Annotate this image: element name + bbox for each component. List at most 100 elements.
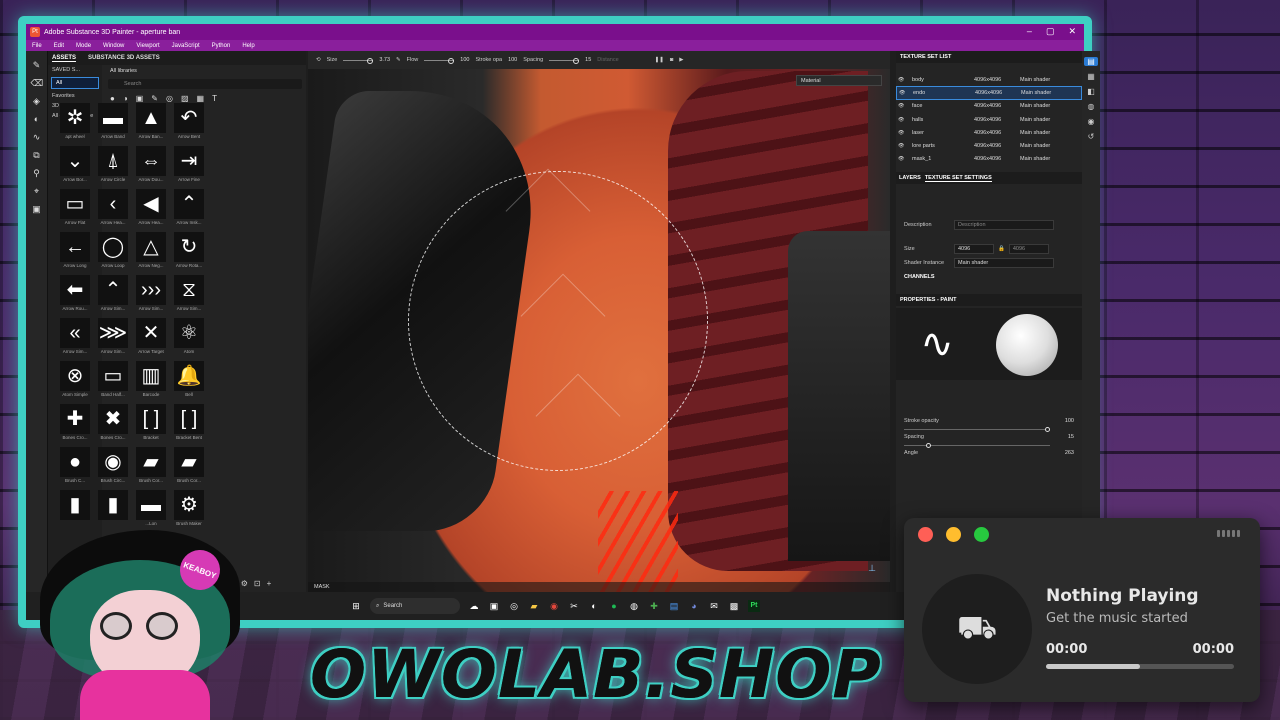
flow-slider[interactable] [424, 57, 455, 64]
filter-all-icon[interactable]: ● [110, 94, 115, 103]
asset-item[interactable]: ⌃ Arrow Sim... [94, 275, 132, 315]
asset-item[interactable]: ››› Arrow Sim... [132, 275, 170, 315]
spotify-icon[interactable]: ● [608, 600, 620, 612]
selection-icon[interactable]: ⌖ [31, 185, 43, 197]
maximize-dot-icon[interactable] [974, 527, 989, 542]
smudge-icon[interactable]: ∿ [31, 131, 43, 143]
size-value[interactable]: 3.73 [379, 57, 390, 63]
filter-alpha-icon[interactable]: ◎ [166, 94, 173, 103]
asset-item[interactable]: ⚛ Atom [170, 318, 208, 358]
asset-item[interactable]: ◯ Arrow Loop [94, 232, 132, 272]
stroke-opacity-slider[interactable] [904, 427, 1050, 433]
menu-item-mode[interactable]: Mode [76, 43, 91, 49]
texture-set-row[interactable]: 👁 face 4096x4096 Main shader [896, 100, 1082, 113]
filter-image-icon[interactable]: ▦ [197, 94, 205, 103]
menu-item-edit[interactable]: Edit [54, 43, 64, 49]
tab-assets[interactable]: ASSETS [52, 55, 77, 62]
taskbar-search[interactable]: ⌕ Search [370, 598, 460, 614]
geometry-fill-icon[interactable]: ◐ [31, 113, 43, 125]
3d-viewport[interactable]: ⟲ Size 3.73 ✎ Flow 100 Stroke opa 100 Sp… [308, 51, 890, 592]
asset-item[interactable]: ✚ Bones Cro... [56, 404, 94, 444]
spacing-slider[interactable] [904, 443, 1050, 449]
asset-item[interactable]: «Arrow Sim... [56, 318, 94, 358]
spacing-knob[interactable] [925, 443, 931, 449]
asset-item[interactable]: ⧖ Arrow Sim... [170, 275, 208, 315]
folder-icon[interactable]: ▰ [528, 600, 540, 612]
taskview-icon[interactable]: ▣ [488, 600, 500, 612]
menu-item-file[interactable]: File [32, 43, 42, 49]
tab-substance-assets[interactable]: SUBSTANCE 3D ASSETS [88, 55, 160, 61]
steam2-icon[interactable]: ◐ [588, 600, 600, 612]
eraser-icon[interactable]: ⌫ [31, 77, 44, 89]
maximize-button[interactable]: ▢ [1046, 26, 1055, 37]
asset-item[interactable]: ✲ apt wheel [56, 103, 94, 143]
visibility-eye-icon[interactable]: 👁 [898, 117, 912, 123]
spacing-value[interactable]: 15 [1068, 434, 1074, 440]
close-button[interactable]: ✕ [1068, 26, 1076, 37]
filter-material-icon[interactable]: ◑ [123, 94, 128, 103]
menu-item-python[interactable]: Python [212, 43, 231, 49]
sidebar-item-all[interactable]: All [51, 77, 99, 89]
sidebar-item-favorites[interactable]: Favorites [48, 91, 102, 101]
visibility-eye-icon[interactable]: 👁 [898, 130, 912, 136]
asset-item[interactable]: ◉ Brush Circ... [94, 447, 132, 487]
camera-icon[interactable]: ◙ [670, 57, 673, 63]
discord-icon[interactable]: ◕ [688, 600, 700, 612]
asset-item[interactable]: ⬅ Arrow Rou... [56, 275, 94, 315]
gamepass-icon[interactable]: ✚ [648, 600, 660, 612]
visibility-eye-icon[interactable]: 👁 [898, 156, 912, 162]
asset-item[interactable]: ▥ Barcode [132, 361, 170, 401]
drag-handle-icon[interactable] [1217, 530, 1240, 537]
visibility-eye-icon[interactable]: 👁 [898, 77, 912, 83]
terminal-icon[interactable]: ▩ [728, 600, 740, 612]
asset-item[interactable]: ⊗ Atom Simple [56, 361, 94, 401]
texture-set-row[interactable]: 👁 halls 4096x4096 Main shader [896, 113, 1082, 126]
widgets-icon[interactable]: ☁ [468, 600, 480, 612]
description-input[interactable]: Description [954, 220, 1054, 231]
filter-texture-icon[interactable]: ▨ [181, 94, 189, 103]
chrome-icon[interactable]: ◉ [548, 600, 560, 612]
size-slider[interactable] [343, 57, 374, 64]
projection-icon[interactable]: ◈ [31, 95, 43, 107]
visibility-eye-icon[interactable]: 👁 [898, 143, 912, 149]
asset-item[interactable]: 🔔 Bell [170, 361, 208, 401]
asset-item[interactable]: ▰ Brush Cor... [170, 447, 208, 487]
steam-icon[interactable]: ◎ [508, 600, 520, 612]
asset-item[interactable]: [ ] Bracket Bent [170, 404, 208, 444]
menu-item-help[interactable]: Help [242, 43, 254, 49]
tab-texture-set-settings[interactable]: TEXTURE SET SETTINGS [924, 175, 992, 182]
shader-settings-icon[interactable]: ◉ [1088, 117, 1095, 126]
capcut-icon[interactable]: ✂ [568, 600, 580, 612]
stroke-opacity-value[interactable]: 100 [1065, 418, 1074, 424]
minimize-dot-icon[interactable] [946, 527, 961, 542]
asset-item[interactable]: ✕ Arrow Target [132, 318, 170, 358]
windows-icon[interactable]: ⊞ [350, 600, 362, 612]
asset-item[interactable]: ▲ Arrow Ban... [132, 103, 170, 143]
asset-item[interactable]: ⌃ Arrow Insk... [170, 189, 208, 229]
asset-item[interactable]: ⇔ Arrow Dou... [132, 146, 170, 186]
filter-smart-icon[interactable]: ▣ [136, 94, 144, 103]
texture-set-row[interactable]: 👁 endo 4096x4096 Main shader [896, 86, 1082, 100]
asset-item[interactable]: ▭ Arrow Flat [56, 189, 94, 229]
asset-item[interactable]: ⌄ Arrow Bor... [56, 146, 94, 186]
texture-set-row[interactable]: 👁 laser 4096x4096 Main shader [896, 126, 1082, 139]
texture-set-icon[interactable]: ▤ [1084, 57, 1098, 66]
asset-item[interactable]: ↻ Arrow Rota... [170, 232, 208, 272]
visibility-eye-icon[interactable]: 👁 [899, 90, 913, 96]
menu-item-javascript[interactable]: JavaScript [172, 43, 200, 49]
asset-item[interactable]: ▭ Band Half... [94, 361, 132, 401]
library-selector[interactable]: All libraries [104, 65, 306, 77]
clone-icon[interactable]: ⧉ [31, 149, 43, 161]
asset-item[interactable]: △ Arrow Neg... [132, 232, 170, 272]
asset-item[interactable]: ● Brush C... [56, 447, 94, 487]
assets-search-input[interactable]: Search [108, 79, 302, 89]
asset-item[interactable]: ↶ Arrow Bent [170, 103, 208, 143]
spacing-slider[interactable] [549, 57, 580, 64]
import-icon[interactable]: ⊡ [254, 579, 261, 588]
tab-layers[interactable]: LAYERS [899, 175, 921, 181]
flow-value[interactable]: 100 [460, 57, 469, 63]
asset-item[interactable]: ⋙ Arrow Sim... [94, 318, 132, 358]
render-icon[interactable]: ▶ [679, 57, 683, 63]
picker-icon[interactable]: ⚲ [31, 167, 43, 179]
asset-item[interactable]: ← Arrow Long [56, 232, 94, 272]
